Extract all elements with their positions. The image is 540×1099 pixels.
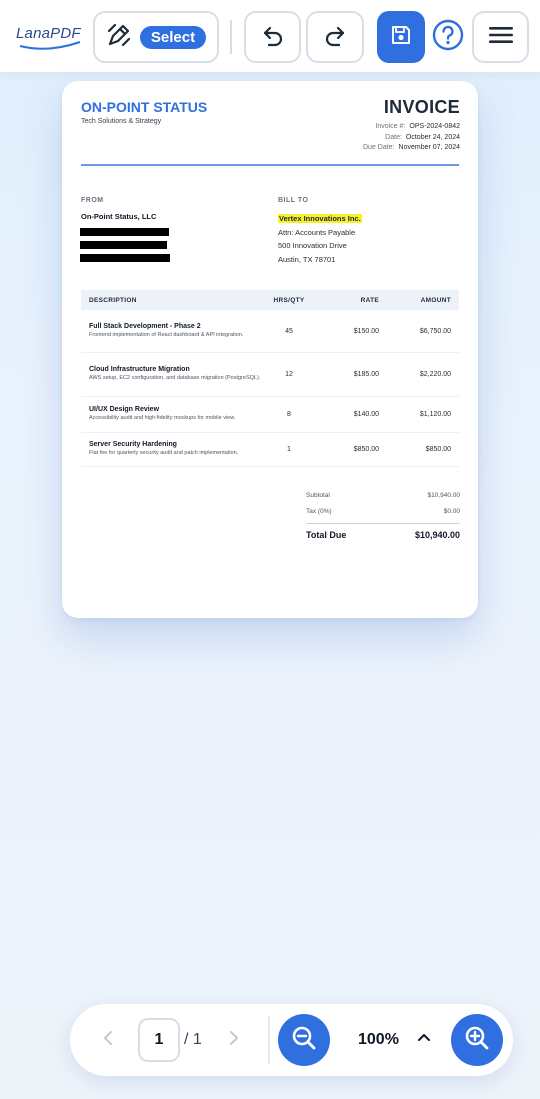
- company-name: ON-POINT STATUS: [81, 99, 208, 115]
- select-tool-button[interactable]: Select: [93, 11, 219, 63]
- top-toolbar: LanaPDF Select: [0, 0, 540, 73]
- bill-to-city: Austin, TX 78701: [278, 254, 336, 264]
- header-qty: HRS/QTY: [273, 296, 305, 304]
- redaction-bar: [80, 241, 167, 249]
- bill-to-address: Vertex Innovations Inc. Attn: Accounts P…: [278, 212, 362, 266]
- row-title: UI/UX Design Review: [89, 406, 160, 414]
- row-description: AWS setup, EC2 configuration, and databa…: [89, 375, 261, 382]
- row-rate: $140.00: [353, 411, 379, 418]
- save-icon: [390, 24, 412, 51]
- zoom-in-icon: [463, 1024, 491, 1057]
- totals-block: Subtotal $10,940.00 Tax (0%) $0.00 Total…: [306, 487, 460, 540]
- hamburger-menu-icon: [488, 24, 514, 51]
- subtotal-label: Subtotal: [306, 491, 330, 499]
- row-description: Frontend implementation of React dashboa…: [89, 331, 244, 338]
- save-button[interactable]: [377, 11, 425, 63]
- row-amount: $2,220.00: [419, 371, 451, 378]
- row-amount: $6,750.00: [419, 327, 451, 335]
- tax-label: Tax (0%): [306, 507, 332, 515]
- page-number-input[interactable]: [138, 1018, 180, 1062]
- select-label: Select: [139, 25, 207, 49]
- row-qty: 45: [285, 327, 293, 335]
- header-rate: RATE: [360, 296, 379, 304]
- chevron-left-icon: [101, 1029, 115, 1052]
- row-qty: 1: [287, 446, 291, 453]
- row-rate: $185.00: [353, 371, 379, 378]
- help-icon: [432, 19, 464, 56]
- bill-to-street: 500 Innovation Drive: [278, 241, 347, 250]
- company-tagline: Tech Solutions & Strategy: [81, 118, 162, 125]
- redo-button[interactable]: [306, 11, 364, 63]
- totals-divider: [306, 523, 460, 524]
- pager-divider: [268, 1016, 270, 1064]
- row-title: Full Stack Development - Phase 2: [89, 322, 201, 330]
- row-amount: $1,120.00: [419, 411, 451, 418]
- undo-button[interactable]: [244, 11, 301, 63]
- redaction-bar: [80, 228, 169, 236]
- bill-to-name: Vertex Innovations Inc.: [278, 214, 362, 223]
- invoice-date-line: Date: October 24, 2024: [385, 133, 460, 141]
- invoice-meta: Invoice #: OPS-2024-0842 Date: October 24,…: [363, 122, 460, 154]
- page-navigation-bar: / 1 100%: [70, 1004, 513, 1076]
- prev-page-button[interactable]: [95, 1027, 121, 1053]
- row-rate: $850.00: [353, 446, 379, 453]
- row-title: Cloud Infrastructure Migration: [89, 366, 190, 374]
- bill-to-attn: Attn: Accounts Payable: [278, 227, 356, 237]
- row-rate: $150.00: [353, 327, 379, 335]
- zoom-level: 100%: [358, 1031, 399, 1048]
- total-due-value: $10,940.00: [414, 530, 460, 540]
- help-button[interactable]: [432, 19, 464, 56]
- redo-icon: [323, 23, 347, 52]
- row-amount: $850.00: [425, 446, 451, 453]
- undo-icon: [261, 23, 285, 52]
- bill-to-heading: BILL TO: [278, 197, 309, 204]
- pen-tool-icon: [106, 22, 132, 53]
- row-description: Flat fee for quarterly security audit an…: [89, 450, 239, 457]
- invoice-number-line: Invoice #: OPS-2024-0842: [375, 123, 460, 130]
- table-row: Server Security Hardening Flat fee for q…: [81, 433, 459, 467]
- chevron-right-icon: [227, 1029, 241, 1052]
- header-divider: [81, 164, 459, 166]
- chevron-up-icon: [417, 1029, 431, 1047]
- zoom-out-button[interactable]: [278, 1014, 330, 1066]
- redaction-bar: [80, 254, 170, 262]
- row-qty: 8: [287, 411, 291, 418]
- from-name: On-Point Status, LLC: [81, 212, 157, 221]
- table-row: UI/UX Design Review Accessibility audit …: [81, 397, 459, 433]
- document-page: ON-POINT STATUS Tech Solutions & Strateg…: [62, 81, 478, 618]
- menu-button[interactable]: [472, 11, 529, 63]
- zoom-in-button[interactable]: [451, 1014, 503, 1066]
- from-heading: FROM: [81, 197, 104, 204]
- zoom-out-icon: [290, 1024, 318, 1057]
- line-items-table: DESCRIPTION HRS/QTY RATE AMOUNT Full Sta…: [81, 290, 459, 467]
- table-row: Cloud Infrastructure Migration AWS setup…: [81, 353, 459, 397]
- app-logo: LanaPDF: [14, 22, 84, 52]
- table-row: Full Stack Development - Phase 2 Fronten…: [81, 310, 459, 353]
- page-total: / 1: [184, 1031, 202, 1048]
- total-due-label: Total Due: [306, 530, 347, 540]
- table-header: DESCRIPTION HRS/QTY RATE AMOUNT: [81, 290, 459, 310]
- logo-swoosh-icon: [19, 41, 81, 50]
- row-description: Accessibility audit and high-fidelity mo…: [89, 415, 236, 422]
- tax-line: Tax (0%) $0.00: [306, 503, 460, 519]
- row-title: Server Security Hardening: [89, 441, 177, 449]
- row-qty: 12: [285, 371, 293, 378]
- tax-value: $0.00: [443, 507, 460, 515]
- subtotal-line: Subtotal $10,940.00: [306, 487, 460, 503]
- toolbar-divider: [230, 20, 232, 54]
- invoice-due-date-line: Due Date: November 07, 2024: [362, 144, 460, 151]
- total-due-line: Total Due $10,940.00: [306, 530, 460, 540]
- header-amount: AMOUNT: [420, 296, 451, 304]
- next-page-button[interactable]: [221, 1027, 247, 1053]
- header-description: DESCRIPTION: [89, 296, 137, 304]
- subtotal-value: $10,940.00: [427, 491, 460, 499]
- invoice-title: INVOICE: [383, 97, 460, 117]
- zoom-menu-button[interactable]: [416, 1028, 432, 1048]
